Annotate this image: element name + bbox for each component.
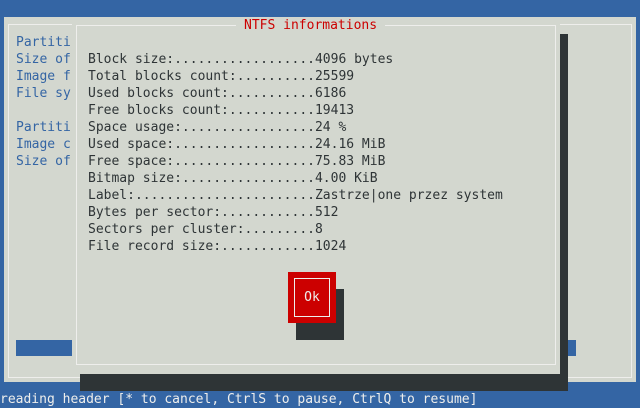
dialog-shadow [80,374,568,391]
info-row-sectors-per-cluster: Sectors per cluster:.........8 [88,222,323,237]
background-label: Image c [16,137,71,152]
dialog-title: NTFS informations [236,17,386,34]
background-progress-bar [16,340,72,356]
status-bar: reading header [* to cancel, CtrlS to pa… [0,391,640,408]
background-progress-bar-end [568,340,576,356]
info-row-space-usage: Space usage:.................24 % [88,120,347,135]
info-list: Block size:..................4096 bytes … [88,51,503,255]
background-label: Partiti [16,35,71,50]
background-label: Image f [16,69,71,84]
info-row-bitmap-size: Bitmap size:.................4.00 KiB [88,171,378,186]
background-label: Partiti [16,120,71,135]
background-label: File sy [16,86,71,101]
info-row-total-blocks: Total blocks count:..........25599 [88,69,355,84]
info-row-file-record-size: File record size:............1024 [88,239,347,254]
info-row-bytes-per-sector: Bytes per sector:............512 [88,205,339,220]
info-row-label: Label:.......................Zastrze|one… [88,188,503,203]
info-row-used-blocks: Used blocks count:...........6186 [88,86,347,101]
info-row-used-space: Used space:..................24.16 MiB [88,137,386,152]
info-row-block-size: Block size:..................4096 bytes [88,52,394,67]
info-row-free-space: Free space:..................75.83 MiB [88,154,386,169]
ok-button[interactable]: Ok [288,272,336,323]
info-row-free-blocks: Free blocks count:...........19413 [88,103,355,118]
background-label: Size of [16,52,71,67]
background-label: Size of [16,154,71,169]
ok-button-label: Ok [294,278,330,317]
